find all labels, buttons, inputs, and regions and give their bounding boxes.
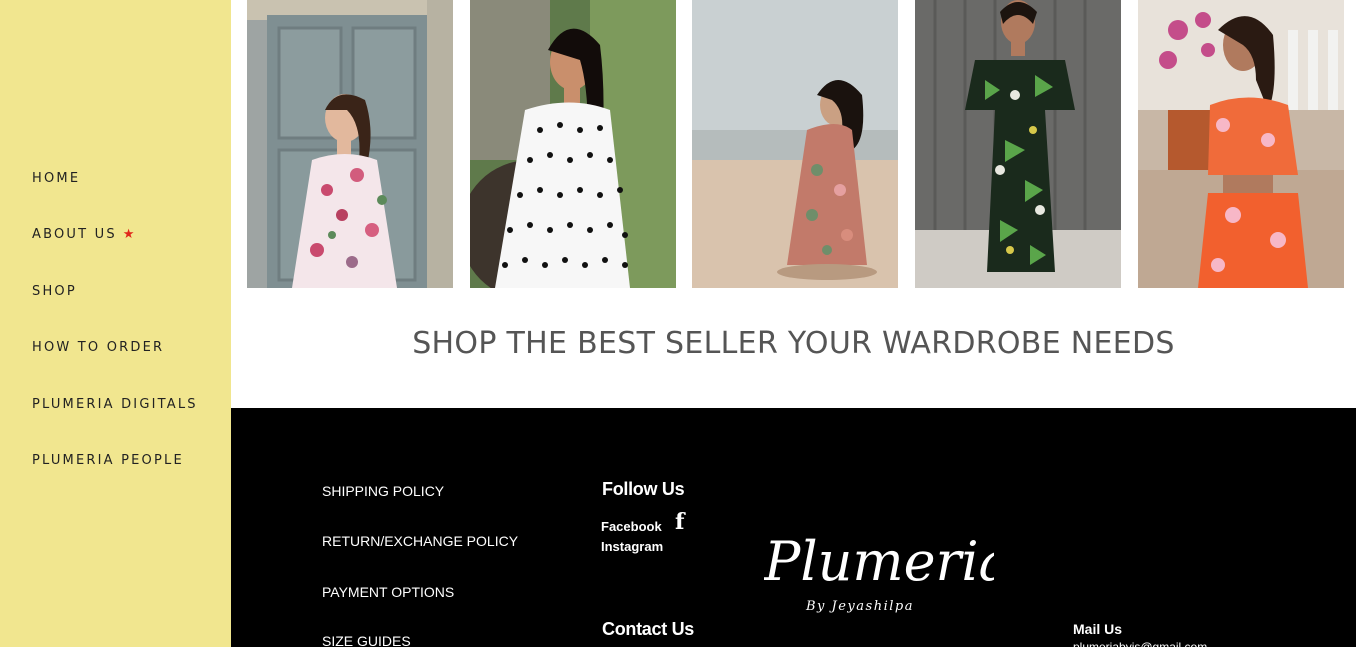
section-headline: SHOP THE BEST SELLER YOUR WARDROBE NEEDS bbox=[412, 326, 1175, 361]
footer-link-payment-options[interactable]: PAYMENT OPTIONS bbox=[322, 584, 454, 600]
sidebar-item-home[interactable]: HOME bbox=[32, 171, 80, 186]
mail-address[interactable]: plumeriabyjs@gmail.com bbox=[1073, 640, 1207, 654]
product-photo-2[interactable] bbox=[470, 0, 676, 288]
product-photo-4[interactable] bbox=[915, 0, 1121, 288]
svg-text:Plumeria: Plumeria bbox=[764, 530, 994, 593]
follow-us-heading: Follow Us bbox=[602, 479, 685, 499]
instagram-link[interactable]: Instagram bbox=[601, 539, 663, 554]
star-icon: ★ bbox=[122, 227, 137, 242]
sidebar-item-shop[interactable]: SHOP bbox=[32, 284, 77, 299]
footer-link-return-exchange-policy[interactable]: RETURN/EXCHANGE POLICY bbox=[322, 533, 518, 549]
sidebar: HOME ABOUT US ★ SHOP HOW TO ORDER PLUMERI… bbox=[0, 0, 231, 647]
sidebar-item-plumeria-people[interactable]: PLUMERIA PEOPLE bbox=[32, 453, 184, 468]
product-photo-1[interactable] bbox=[247, 0, 453, 288]
sidebar-item-about-us[interactable]: ABOUT US ★ bbox=[32, 227, 137, 242]
product-photo-3[interactable] bbox=[692, 0, 898, 288]
plumeria-logo[interactable]: Plumeria By Jeyashilpa bbox=[763, 518, 1011, 623]
footer: SHIPPING POLICY RETURN/EXCHANGE POLICY P… bbox=[231, 408, 1356, 654]
product-photo-5[interactable] bbox=[1138, 0, 1344, 288]
sidebar-item-plumeria-digitals[interactable]: PLUMERIA DIGITALS bbox=[32, 397, 198, 412]
svg-text:By Jeyashilpa: By Jeyashilpa bbox=[805, 599, 914, 614]
facebook-link[interactable]: Facebook bbox=[601, 519, 662, 534]
facebook-icon[interactable]: f bbox=[675, 509, 684, 535]
contact-us-heading: Contact Us bbox=[602, 619, 695, 639]
sidebar-item-how-to-order[interactable]: HOW TO ORDER bbox=[32, 340, 164, 355]
footer-link-shipping-policy[interactable]: SHIPPING POLICY bbox=[322, 483, 444, 499]
mail-us-heading: Mail Us bbox=[1073, 621, 1123, 637]
